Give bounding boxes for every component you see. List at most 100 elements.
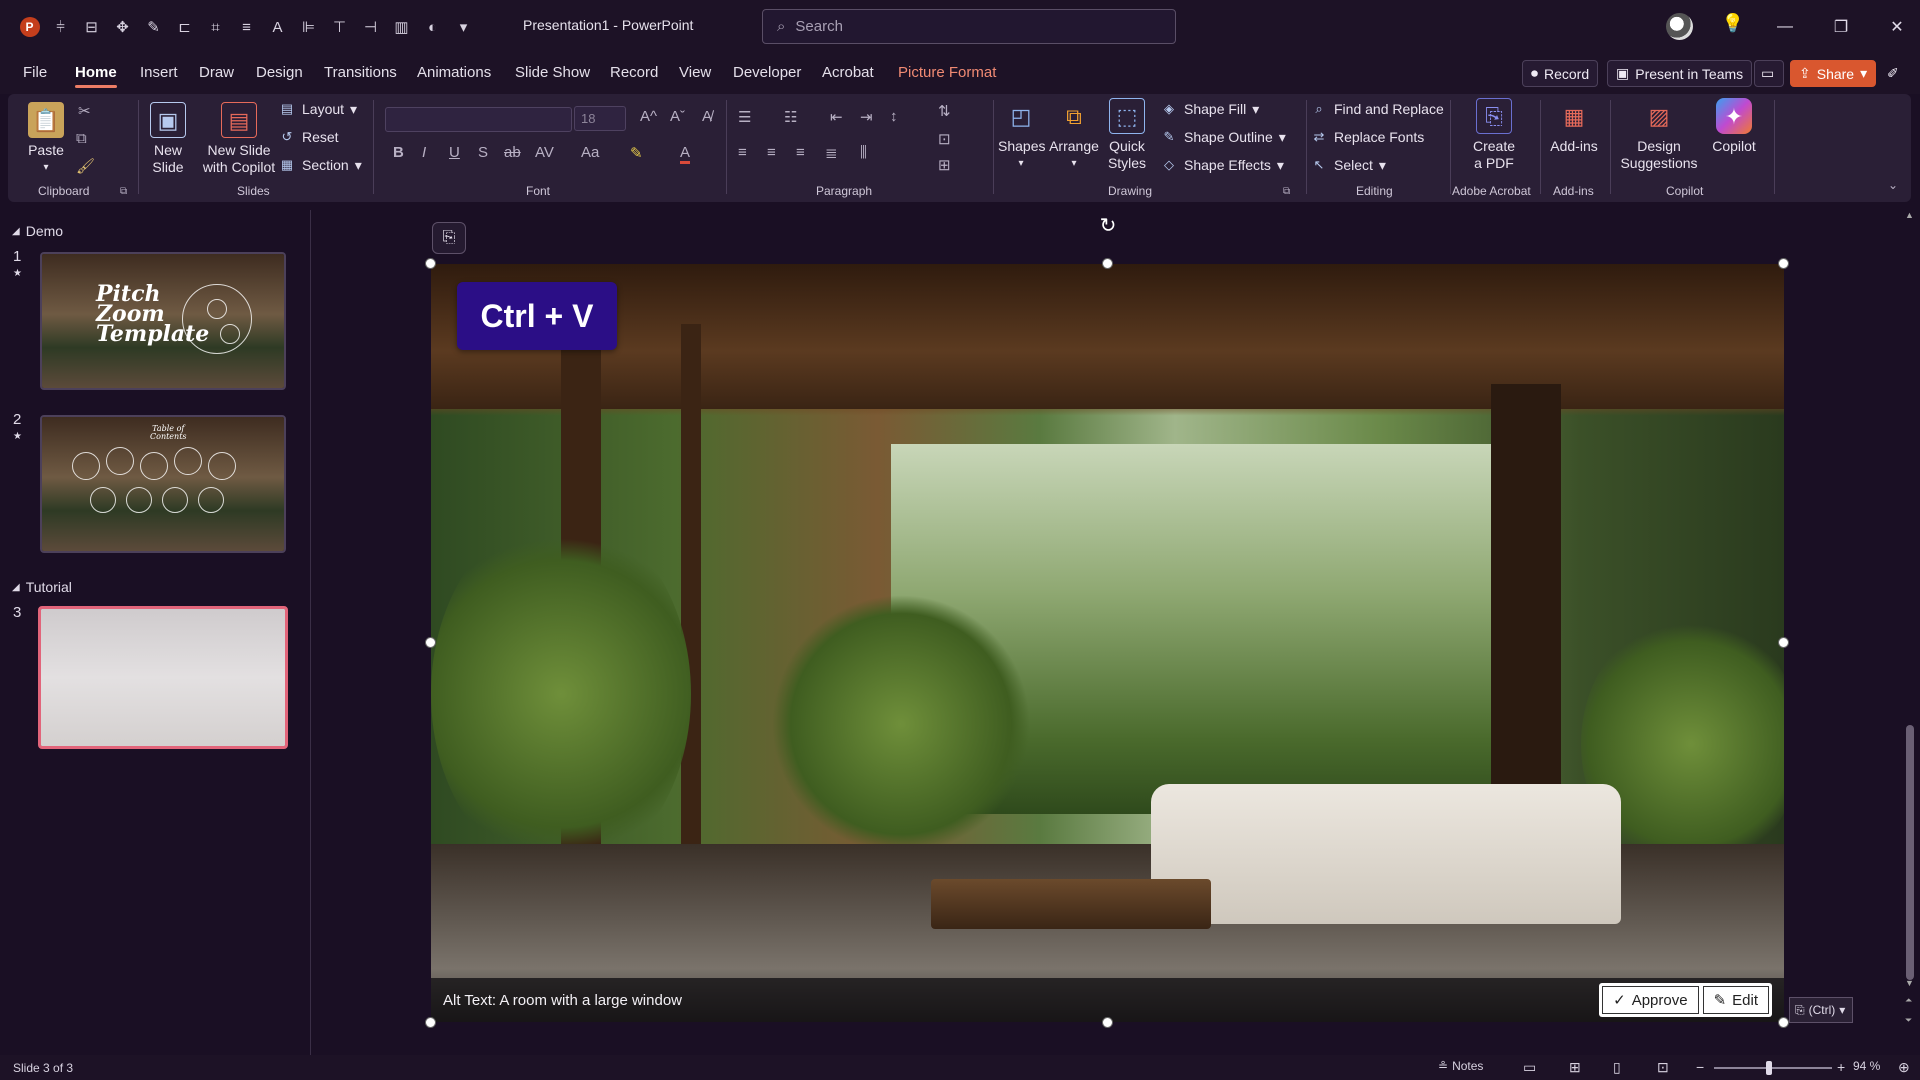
edit-button[interactable]: ✎ Edit (1702, 986, 1769, 1014)
notes-button[interactable]: ≗ Notes (1438, 1059, 1483, 1073)
section-header-demo[interactable]: ◢ Demo (12, 223, 63, 239)
cut-icon[interactable]: ✂ (78, 102, 91, 120)
shape-effects-button[interactable]: ◇ Shape Effects ▾ (1160, 156, 1284, 174)
copilot-float-button[interactable]: ⎘ (432, 222, 466, 254)
zoom-level[interactable]: 94 % (1853, 1059, 1880, 1073)
record-button[interactable]: ⏺ Record (1522, 60, 1599, 87)
smartart-icon[interactable]: ⊞ (938, 156, 951, 174)
resize-handle-bottom-left[interactable] (425, 1017, 436, 1028)
pen-icon[interactable]: ✐ (1880, 60, 1910, 87)
slide-thumbnail-2[interactable]: Table of Contents (40, 415, 286, 553)
paragraph-icon[interactable]: ≡ (231, 12, 262, 42)
format-painter-icon[interactable]: 🖌 (76, 157, 95, 175)
approve-button[interactable]: ✓ Approve (1602, 986, 1699, 1014)
quick-styles-button[interactable]: ⬚ Quick Styles (1104, 98, 1150, 172)
numbering-icon[interactable]: ☷ (784, 108, 797, 126)
slideshow-view-icon[interactable]: ⊡ (1657, 1059, 1669, 1076)
font-color-icon[interactable]: A (680, 144, 691, 164)
add-ins-button[interactable]: ▦ Add-ins (1545, 98, 1603, 155)
customize-qat-icon[interactable]: ▾ (448, 12, 479, 42)
shrink-font-icon[interactable]: Aˇ (670, 108, 685, 125)
text-icon[interactable]: A (262, 12, 293, 42)
dialog-launcher-icon[interactable]: ⧉ (1283, 186, 1290, 197)
new-slide-button[interactable]: ▣ New Slide (143, 102, 193, 176)
tab-developer[interactable]: Developer (733, 64, 801, 81)
clear-formatting-icon[interactable]: A̸ (702, 108, 712, 125)
previous-slide-icon[interactable]: ⏶ (1905, 995, 1912, 1006)
replace-fonts-button[interactable]: ⇄ Replace Fonts (1310, 128, 1425, 146)
select-button[interactable]: ↖ Select ▾ (1310, 156, 1386, 174)
shapes-button[interactable]: ◰ Shapes ▾ (998, 98, 1045, 172)
zoom-slider-thumb[interactable] (1766, 1061, 1773, 1075)
slide-sorter-icon[interactable]: ⊞ (1569, 1059, 1581, 1076)
align-middle-icon[interactable]: ⊏ (169, 12, 200, 42)
next-slide-icon[interactable]: ⏷ (1905, 1015, 1912, 1026)
vertical-scrollbar[interactable]: ▲ ▼ ⏶ ⏷ (1903, 210, 1917, 1040)
tab-home[interactable]: Home (75, 64, 117, 88)
align-left-text-icon[interactable]: ≡ (738, 144, 747, 161)
align-right-text-icon[interactable]: ≡ (796, 144, 805, 161)
design-suggestions-button[interactable]: ▨ Design Suggestions (1614, 98, 1704, 172)
resize-handle-bottom-right[interactable] (1778, 1017, 1789, 1028)
highlight-icon[interactable]: ✎ (630, 144, 643, 162)
slide-thumbnail-3[interactable] (38, 606, 288, 749)
resize-handle-bottom[interactable] (1102, 1017, 1113, 1028)
dialog-launcher-icon[interactable]: ⧉ (120, 186, 127, 197)
scroll-up-icon[interactable]: ▲ (1905, 210, 1914, 220)
tab-record[interactable]: Record (610, 64, 658, 81)
normal-view-icon[interactable]: ▭ (1523, 1059, 1536, 1076)
bold-icon[interactable]: B (393, 144, 404, 161)
shape-outline-button[interactable]: ✎ Shape Outline ▾ (1160, 128, 1286, 146)
minimize-icon[interactable]: — (1757, 18, 1813, 36)
columns-icon[interactable]: ⫼ (860, 144, 867, 161)
find-and-replace-button[interactable]: ⌕ Find and Replace (1310, 100, 1443, 118)
scroll-down-icon[interactable]: ▼ (1905, 978, 1914, 988)
search-input[interactable]: ⌕ Search (762, 9, 1176, 44)
resize-handle-top-left[interactable] (425, 258, 436, 269)
align-left-icon[interactable]: ⊫ (293, 12, 324, 42)
scrollbar-thumb[interactable] (1906, 725, 1914, 980)
paste-options-button[interactable]: ⎘ (Ctrl) ▾ (1789, 997, 1853, 1023)
bullets-icon[interactable]: ☰ (738, 108, 751, 126)
tab-animations[interactable]: Animations (417, 64, 491, 81)
align-center-icon[interactable]: ⫩ (45, 12, 76, 42)
text-direction-icon[interactable]: ⇅ (938, 102, 951, 120)
resize-handle-right[interactable] (1778, 637, 1789, 648)
decrease-indent-icon[interactable]: ⇤ (830, 108, 843, 126)
resize-handle-top-right[interactable] (1778, 258, 1789, 269)
align-right-icon[interactable]: ⊣ (355, 12, 386, 42)
present-in-teams-button[interactable]: ▣ Present in Teams (1607, 60, 1753, 87)
share-button[interactable]: ⇪ Share ▾ (1790, 60, 1877, 87)
create-pdf-button[interactable]: ⎘ Create a PDF (1466, 98, 1522, 172)
move-icon[interactable]: ✥ (107, 12, 138, 42)
align-text-icon[interactable]: ⊡ (938, 130, 951, 148)
chart-icon[interactable]: ▥ (386, 12, 417, 42)
avatar[interactable] (1666, 13, 1693, 40)
slide-thumbnail-1[interactable]: Pitch Zoom Template (40, 252, 286, 390)
section-button[interactable]: ▦ Section ▾ (278, 156, 362, 174)
fit-to-window-icon[interactable]: ⊕ (1898, 1059, 1910, 1076)
restore-icon[interactable]: ❐ (1813, 17, 1869, 37)
tab-draw[interactable]: Draw (199, 64, 234, 81)
section-header-tutorial[interactable]: ◢ Tutorial (12, 579, 72, 595)
change-case-icon[interactable]: Aa (581, 144, 599, 161)
tab-design[interactable]: Design (256, 64, 303, 81)
lightbulb-icon[interactable]: 💡 (1720, 13, 1746, 41)
tab-file[interactable]: File (23, 64, 47, 81)
zoom-in-icon[interactable]: + (1837, 1059, 1845, 1075)
close-icon[interactable]: ✕ (1869, 17, 1920, 37)
italic-icon[interactable]: I (422, 144, 426, 161)
tab-acrobat[interactable]: Acrobat (822, 64, 874, 81)
tab-slide-show[interactable]: Slide Show (515, 64, 590, 81)
paste-button[interactable]: 📋 Paste ▾ (26, 102, 66, 176)
shadow-icon[interactable]: S (478, 144, 488, 161)
tab-view[interactable]: View (679, 64, 711, 81)
increase-indent-icon[interactable]: ⇥ (860, 108, 873, 126)
crop-icon[interactable]: ⌗ (200, 12, 231, 42)
strikethrough-icon[interactable]: ab (504, 144, 521, 161)
copy-icon[interactable]: ⧉ (76, 130, 87, 147)
reading-view-icon[interactable]: ▯ (1613, 1059, 1621, 1076)
justify-icon[interactable]: ≣ (825, 144, 838, 162)
tab-picture-format[interactable]: Picture Format (898, 64, 996, 81)
zoom-slider-track[interactable] (1714, 1067, 1832, 1069)
